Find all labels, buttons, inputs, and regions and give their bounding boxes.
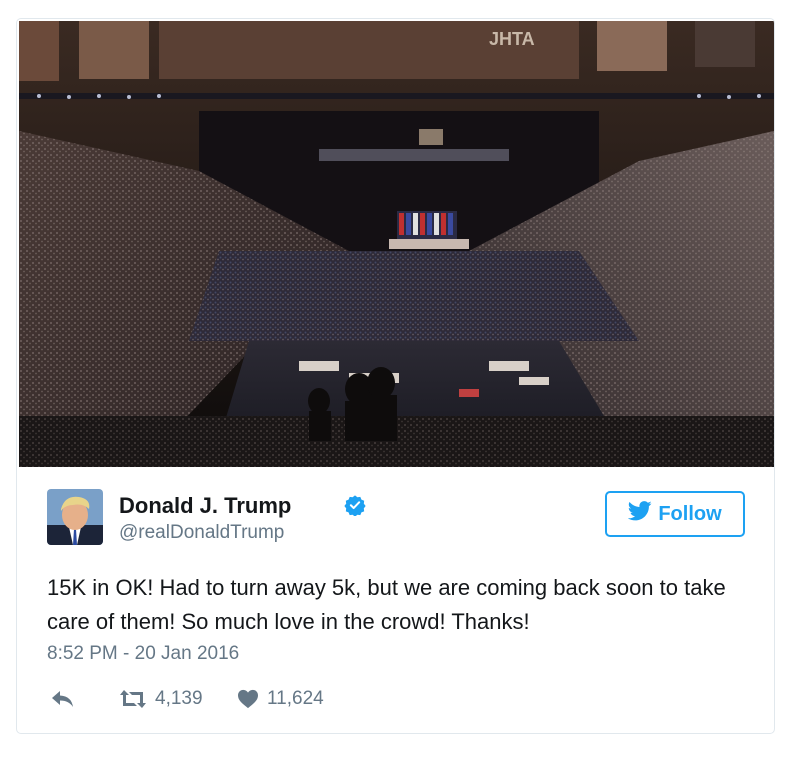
tweet-card: JHTA Donald J. Trump @realDonaldTrump Fo… (16, 18, 775, 734)
tweet-actions: 4,139 11,624 (47, 685, 447, 713)
verified-badge-icon (344, 494, 366, 517)
avatar[interactable] (47, 489, 103, 545)
tweet-text: 15K in OK! Had to turn away 5k, but we a… (47, 575, 726, 634)
follow-button[interactable]: Follow (605, 491, 745, 537)
author-name[interactable]: Donald J. Trump (119, 493, 291, 519)
like-button[interactable]: 11,624 (237, 685, 324, 713)
retweet-count: 4,139 (155, 688, 203, 709)
tweet-timestamp[interactable]: 8:52 PM - 20 Jan 2016 (47, 643, 239, 665)
heart-icon (237, 689, 259, 709)
like-count: 11,624 (267, 688, 324, 709)
arena-crowd-photo: JHTA (19, 21, 774, 467)
retweet-icon (119, 689, 147, 709)
banner-text: JHTA (489, 29, 535, 49)
tweet-photo[interactable]: JHTA (19, 21, 774, 467)
reply-button[interactable] (51, 685, 75, 713)
follow-label: Follow (658, 502, 722, 525)
avatar-image (47, 489, 103, 545)
author-handle[interactable]: @realDonaldTrump (119, 522, 284, 544)
reply-icon (51, 689, 75, 709)
twitter-bird-icon (628, 501, 652, 527)
retweet-button[interactable]: 4,139 (119, 685, 203, 713)
